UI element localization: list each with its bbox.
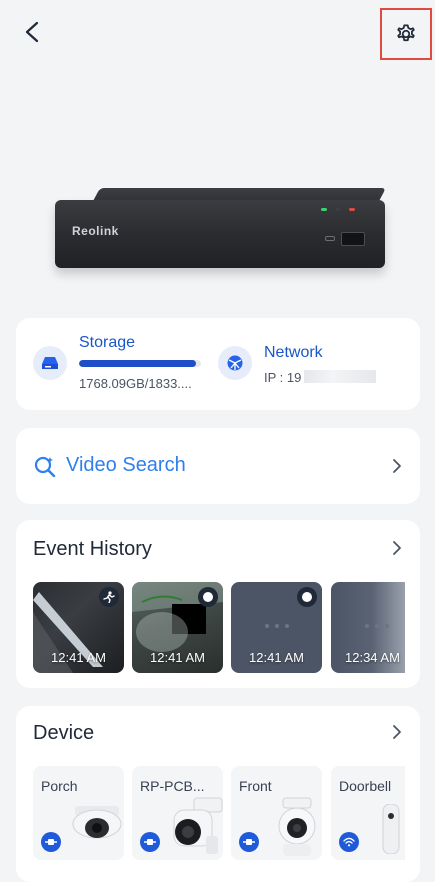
- network-title: Network: [264, 344, 323, 361]
- settings-button[interactable]: [380, 8, 432, 60]
- event-time: 12:41 AM: [51, 650, 106, 665]
- loading-dots: [365, 624, 389, 628]
- gear-icon: [397, 24, 415, 42]
- event-thumbnail[interactable]: 12:34 AM: [331, 582, 405, 673]
- search-sparkle-icon: [34, 456, 56, 477]
- event-time: 12:34 AM: [345, 650, 400, 665]
- status-card: Storage 1768.09GB/1833.... Network IP : …: [16, 318, 420, 410]
- nvr-led-green: [321, 208, 327, 211]
- device-card: Device Porch RP-PCB... Front Doorbell: [16, 706, 420, 882]
- storage-title: Storage: [79, 334, 136, 351]
- device-more-button[interactable]: [391, 724, 403, 740]
- device-name: Porch: [41, 778, 78, 794]
- video-search-label: Video Search: [66, 454, 186, 476]
- event-thumbnail[interactable]: 12:41 AM: [33, 582, 124, 673]
- plug-icon: [41, 832, 61, 852]
- circle-icon: [297, 587, 317, 607]
- event-history-title: Event History: [33, 538, 152, 560]
- event-time: 12:41 AM: [249, 650, 304, 665]
- device-name: Front: [239, 778, 272, 794]
- event-history-more-button[interactable]: [391, 540, 403, 556]
- device-name: RP-PCB...: [140, 778, 205, 794]
- circle-icon: [198, 587, 218, 607]
- event-thumbnail[interactable]: 12:41 AM: [231, 582, 322, 673]
- event-time: 12:41 AM: [150, 650, 205, 665]
- nvr-led-red: [349, 208, 355, 211]
- device-title: Device: [33, 722, 95, 744]
- network-ip: IP : 19: [264, 370, 302, 385]
- event-thumbnail[interactable]: 12:41 AM: [132, 582, 223, 673]
- device-name: Doorbell: [339, 778, 392, 794]
- storage-progress-bar: [79, 360, 201, 367]
- wifi-icon: [339, 832, 359, 852]
- doorbell-image: [382, 804, 400, 854]
- ip-redaction: [304, 370, 376, 383]
- nvr-front-panel: Reolink: [55, 200, 385, 268]
- person-icon: [99, 587, 119, 607]
- pt-camera-image: [278, 797, 316, 856]
- usb-icon: [325, 236, 335, 241]
- loading-dots: [265, 624, 289, 628]
- plug-icon: [140, 832, 160, 852]
- device-tile[interactable]: Front: [231, 766, 322, 860]
- device-tile[interactable]: Doorbell: [331, 766, 405, 860]
- storage-progress-fill: [79, 360, 197, 367]
- device-tile[interactable]: RP-PCB...: [132, 766, 223, 860]
- network-globe-icon: [218, 346, 252, 380]
- nvr-led-off: [335, 208, 341, 211]
- bullet-camera-image: [173, 797, 223, 854]
- dome-camera-image: [72, 806, 122, 839]
- storage-usage-text: 1768.09GB/1833....: [79, 376, 192, 391]
- event-history-card: Event History 12:41 AM 12:41 AM 12:41 AM…: [16, 520, 420, 688]
- nvr-device-image: Reolink: [0, 160, 435, 290]
- nvr-brand-logo: Reolink: [72, 224, 119, 238]
- device-tile[interactable]: Porch: [33, 766, 124, 860]
- video-search-button[interactable]: Video Search: [16, 428, 420, 504]
- chevron-right-icon: [393, 459, 401, 473]
- back-button[interactable]: [18, 18, 46, 46]
- usb-port: [341, 232, 365, 246]
- chevron-left-icon: [25, 21, 39, 43]
- plug-icon: [239, 832, 259, 852]
- hard-drive-icon: [33, 346, 67, 380]
- top-bar: [0, 0, 435, 64]
